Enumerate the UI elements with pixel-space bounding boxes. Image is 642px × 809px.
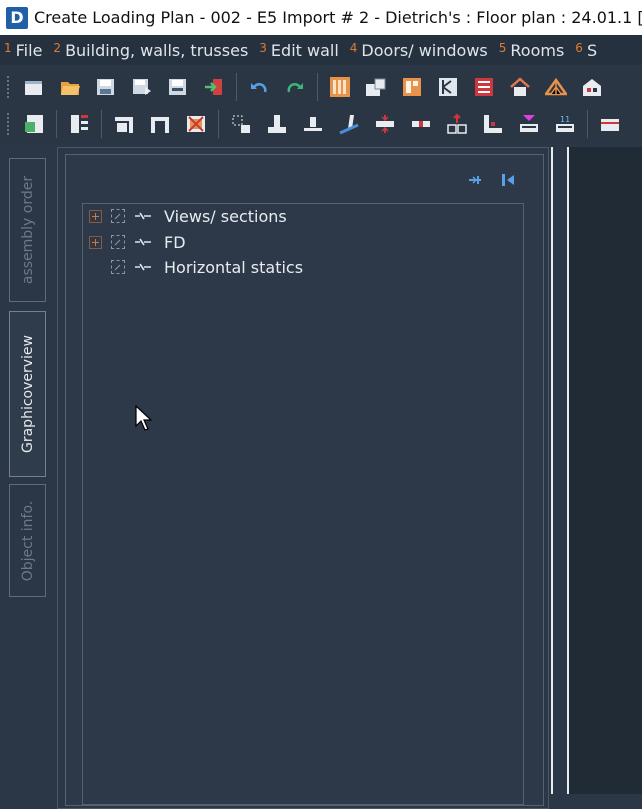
menu-edit-wall[interactable]: 3 Edit wall (259, 41, 339, 60)
link-icon (135, 238, 151, 246)
secondary-toolbar: 11 (0, 106, 642, 142)
wall-panel-icon[interactable] (328, 75, 352, 99)
split-wall-icon[interactable] (373, 112, 397, 136)
save-as-icon[interactable] (130, 75, 154, 99)
undo-icon[interactable] (247, 75, 271, 99)
opening-right-icon[interactable] (148, 112, 172, 136)
redo-icon[interactable] (283, 75, 307, 99)
tab-graphic-overview-label: Graphicoverview (19, 335, 36, 453)
element-list-icon[interactable] (67, 112, 91, 136)
tab-assembly-order-label: assembly order (19, 175, 36, 285)
house-icon[interactable] (508, 75, 532, 99)
menu-file[interactable]: 1 File (4, 41, 42, 60)
dock-panel-icon[interactable] (500, 172, 516, 188)
dimension-marker-icon[interactable] (517, 112, 541, 136)
save-all-icon[interactable] (166, 75, 190, 99)
menu-doors-windows[interactable]: 4 Doors/ windows (350, 41, 488, 60)
toolbar-grip[interactable] (6, 75, 10, 99)
expand-plus-icon[interactable] (89, 235, 102, 249)
toolbar-separator (101, 110, 102, 138)
wall-insert-icon[interactable] (409, 112, 433, 136)
base-plate-icon[interactable] (301, 112, 325, 136)
checkbox-icon[interactable] (111, 235, 125, 249)
panel-layer-icon[interactable] (598, 112, 622, 136)
building-icon[interactable] (580, 75, 604, 99)
tree-item-fd[interactable]: FD (89, 231, 186, 253)
numbered-layer-icon[interactable]: 11 (553, 112, 577, 136)
save-icon[interactable] (94, 75, 118, 99)
menu-item-6[interactable]: 6S (575, 41, 597, 60)
tree-view (82, 203, 524, 805)
tree-item-label: Views/ sections (164, 206, 287, 226)
toolbar-separator (218, 110, 219, 138)
app-logo: D (6, 6, 28, 29)
tree-item-label: Horizontal statics (164, 257, 304, 277)
wall-join-icon[interactable] (436, 75, 460, 99)
beam-icon[interactable] (472, 75, 496, 99)
angled-wall-icon[interactable] (337, 112, 361, 136)
toolbar-separator (56, 110, 57, 138)
window-title: Create Loading Plan - 002 - E5 Import # … (34, 8, 642, 27)
link-icon (135, 263, 151, 271)
expand-plus-icon[interactable] (89, 209, 102, 223)
delete-opening-icon[interactable] (184, 112, 208, 136)
tree-item-label: FD (164, 232, 186, 252)
splitter-handle[interactable] (553, 147, 567, 794)
drawing-canvas[interactable] (569, 147, 642, 794)
opening-left-icon[interactable] (112, 112, 136, 136)
tab-object-info-label: Object info. (19, 500, 36, 581)
tree-item-views-sections[interactable]: Views/ sections (89, 205, 287, 227)
roof-truss-icon[interactable] (544, 75, 568, 99)
link-icon (135, 212, 151, 220)
checkbox-icon[interactable] (111, 260, 125, 274)
t-joint-icon[interactable] (265, 112, 289, 136)
checkbox-icon[interactable] (111, 209, 125, 223)
corner-connection-icon[interactable] (481, 112, 505, 136)
mouse-cursor-icon (135, 405, 153, 431)
exit-icon[interactable] (202, 75, 226, 99)
tree-item-horizontal-statics[interactable]: Horizontal statics (89, 256, 303, 278)
tab-graphic-overview[interactable]: Graphicoverview (9, 311, 46, 477)
toolbar-separator (236, 73, 237, 101)
menu-bar: 1 File 2 Building, walls, trusses 3 Edit wa… (0, 35, 642, 65)
move-up-icon[interactable] (445, 112, 469, 136)
main-toolbar (0, 69, 642, 105)
tab-assembly-order[interactable]: assembly order (9, 158, 46, 302)
stud-frame-icon[interactable] (400, 75, 424, 99)
svg-text:11: 11 (560, 115, 570, 124)
toolbar-separator (317, 73, 318, 101)
toolbar-grip[interactable] (6, 112, 10, 136)
plan-sheet-icon[interactable] (22, 112, 46, 136)
toolbar-separator (587, 110, 588, 138)
menu-rooms[interactable]: 5 Rooms (499, 41, 565, 60)
corner-point-icon[interactable] (229, 112, 253, 136)
new-file-icon[interactable] (22, 75, 46, 99)
wall-element-icon[interactable] (364, 75, 388, 99)
open-folder-icon[interactable] (58, 75, 82, 99)
menu-building[interactable]: 2 Building, walls, trusses (53, 41, 248, 60)
tab-object-info[interactable]: Object info. (9, 484, 46, 597)
pin-icon[interactable] (467, 172, 483, 188)
title-bar: D Create Loading Plan - 002 - E5 Import … (0, 0, 642, 35)
